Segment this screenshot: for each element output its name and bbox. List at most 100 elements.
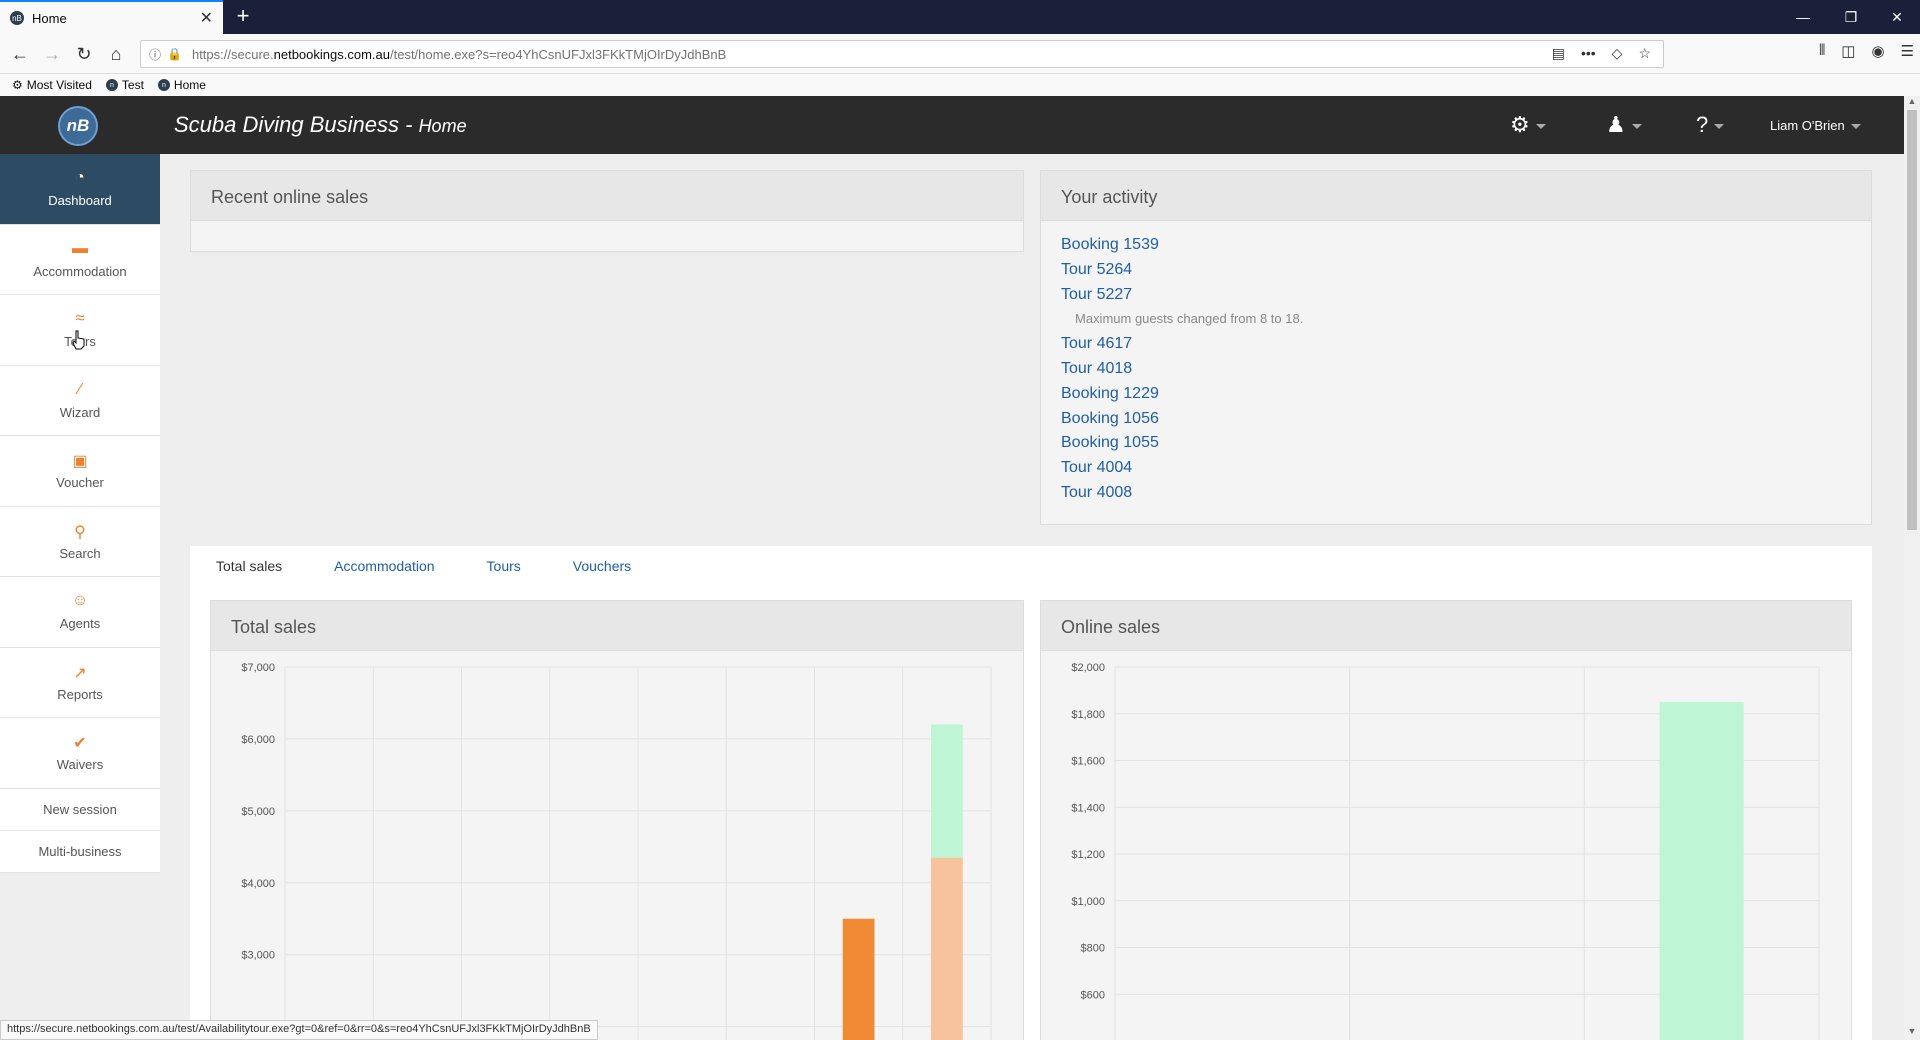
library-icon[interactable]: ⫴ bbox=[1819, 42, 1825, 60]
sidebar: ◔Dashboard ▬Accommodation ≈Tours ⁄Wizard… bbox=[0, 154, 160, 873]
help-icon[interactable]: ? bbox=[1696, 112, 1725, 138]
sidebar-item-dashboard[interactable]: ◔ Dashboard bbox=[0, 154, 160, 225]
total-sales-chart: $7,000$6,000$5,000$4,000$3,000$2,000 bbox=[211, 651, 1023, 1040]
y-tick-label: $2,000 bbox=[1071, 662, 1105, 674]
activity-list: Booking 1539 Tour 5264 Tour 5227 Maximum gu… bbox=[1041, 221, 1871, 518]
activity-link[interactable]: Tour 5227 bbox=[1061, 283, 1851, 308]
online-sales-chart: $2,000 $1,800 $1,600 $1,400 $1,200 $1,000 $800… bbox=[1041, 651, 1851, 1040]
nb-favicon: n bbox=[157, 79, 170, 91]
tab-tours[interactable]: Tours bbox=[461, 546, 547, 586]
total-sales-title: Total sales bbox=[211, 601, 1023, 651]
bookmark-home[interactable]: n Home bbox=[157, 78, 206, 92]
activity-link[interactable]: Tour 5264 bbox=[1061, 258, 1851, 283]
bookmark-star-icon[interactable]: ☆ bbox=[1638, 45, 1651, 62]
y-tick-label: $800 bbox=[1081, 943, 1105, 955]
bookmark-test[interactable]: n Test bbox=[105, 78, 144, 92]
restore-icon[interactable]: ❐ bbox=[1828, 0, 1874, 34]
url-text: https://secure.netbookings.com.au/test/h… bbox=[191, 46, 727, 62]
tab-title: Home bbox=[32, 10, 67, 26]
tab-vouchers[interactable]: Vouchers bbox=[547, 546, 657, 586]
activity-link[interactable]: Booking 1229 bbox=[1061, 382, 1851, 407]
y-tick-label: $1,800 bbox=[1071, 709, 1105, 721]
bar[interactable] bbox=[930, 857, 963, 1040]
settings-icon[interactable]: ⚙ bbox=[1510, 112, 1546, 138]
sidebar-item-search[interactable]: ⚲ Search bbox=[0, 507, 160, 577]
bookmark-most-visited[interactable]: ⚙ Most Visited bbox=[12, 78, 92, 92]
y-tick-label: $7,000 bbox=[241, 662, 275, 674]
y-tick-label: $3,000 bbox=[241, 950, 275, 962]
sidebar-item-accommodation[interactable]: ▬ Accommodation bbox=[0, 225, 160, 295]
browser-tab[interactable]: nB Home ✕ bbox=[0, 0, 223, 34]
chart-svg: $7,000$6,000$5,000$4,000$3,000$2,000 bbox=[241, 662, 992, 1040]
bar[interactable] bbox=[842, 918, 875, 1040]
user-menu[interactable]: Liam O'Brien bbox=[1770, 118, 1861, 133]
sidebar-item-agents[interactable]: ☺ Agents bbox=[0, 577, 160, 648]
scroll-thumb[interactable] bbox=[1907, 110, 1917, 530]
recent-sales-panel: Recent online sales bbox=[190, 170, 1024, 252]
activity-link[interactable]: Tour 4617 bbox=[1061, 332, 1851, 357]
agent-icon: ☺ bbox=[71, 592, 89, 610]
close-tab-icon[interactable]: ✕ bbox=[200, 8, 213, 28]
check-icon: ✔ bbox=[73, 735, 87, 753]
activity-note: Maximum guests changed from 8 to 18. bbox=[1075, 311, 1304, 327]
app-header: nB Scuba Diving Business - Home ⚙ ♟ ? Li… bbox=[0, 96, 1904, 154]
bar[interactable] bbox=[1659, 702, 1744, 1040]
sidebar-link-new-session[interactable]: New session bbox=[0, 789, 160, 831]
activity-link[interactable]: Booking 1055 bbox=[1061, 431, 1851, 456]
y-tick-label: $6,000 bbox=[241, 734, 275, 746]
sidebar-toggle-icon[interactable]: ◫ bbox=[1841, 42, 1855, 60]
reader-view-icon[interactable]: ▤ bbox=[1552, 45, 1565, 62]
sidebar-item-waivers[interactable]: ✔ Waivers bbox=[0, 718, 160, 789]
info-icon[interactable]: ⓘ bbox=[149, 46, 161, 63]
y-tick-label: $1,400 bbox=[1071, 802, 1105, 814]
address-bar[interactable]: ⓘ 🔒 https://secure.netbookings.com.au/te… bbox=[140, 40, 1664, 68]
home-icon[interactable]: ⌂ bbox=[104, 42, 128, 66]
tab-total-sales[interactable]: Total sales bbox=[190, 546, 308, 586]
chart-icon: ↗ bbox=[73, 664, 87, 682]
y-tick-label: $1,200 bbox=[1071, 849, 1105, 861]
sidebar-item-voucher[interactable]: ▣ Voucher bbox=[0, 436, 160, 507]
browser-nav-bar: ← → ↻ ⌂ ⓘ 🔒 https://secure.netbookings.c… bbox=[0, 34, 1920, 74]
nb-favicon: nB bbox=[10, 11, 24, 25]
y-tick-label: $4,000 bbox=[241, 878, 275, 890]
close-window-icon[interactable]: ✕ bbox=[1874, 0, 1920, 34]
pocket-icon[interactable]: ◇ bbox=[1612, 45, 1623, 62]
bookmarks-bar: ⚙ Most Visited n Test n Home bbox=[0, 74, 1920, 96]
scroll-down-icon[interactable]: ▼ bbox=[1904, 1026, 1920, 1040]
account-icon[interactable]: ◉ bbox=[1871, 42, 1884, 60]
menu-icon[interactable]: ☰ bbox=[1901, 42, 1914, 60]
user-admin-icon[interactable]: ♟ bbox=[1606, 112, 1642, 138]
sidebar-item-reports[interactable]: ↗ Reports bbox=[0, 648, 160, 718]
activity-link[interactable]: Tour 4004 bbox=[1061, 456, 1851, 481]
reload-icon[interactable]: ↻ bbox=[72, 42, 96, 66]
y-tick-label: $5,000 bbox=[241, 806, 275, 818]
bed-icon: ▬ bbox=[72, 239, 88, 257]
y-tick-label: $1,600 bbox=[1071, 756, 1105, 768]
tours-icon: ≈ bbox=[75, 310, 85, 328]
recent-sales-title: Recent online sales bbox=[191, 171, 1023, 221]
tab-accommodation[interactable]: Accommodation bbox=[308, 546, 460, 586]
online-sales-title: Online sales bbox=[1041, 601, 1851, 651]
gift-icon: ▣ bbox=[72, 453, 88, 471]
app-logo[interactable]: nB bbox=[58, 106, 98, 146]
page-scrollbar[interactable]: ▲ ▼ bbox=[1904, 96, 1920, 1040]
activity-panel: Your activity Booking 1539 Tour 5264 Tour … bbox=[1040, 170, 1872, 525]
page-actions-icon[interactable]: ••• bbox=[1581, 45, 1596, 62]
total-sales-panel: Total sales $7,000 $6,000 $5,000 $4,000 $3,0… bbox=[210, 600, 1024, 1040]
activity-link[interactable]: Booking 1539 bbox=[1061, 233, 1851, 258]
activity-title: Your activity bbox=[1041, 171, 1871, 221]
activity-link[interactable]: Tour 4008 bbox=[1061, 481, 1851, 506]
minimize-icon[interactable]: — bbox=[1780, 0, 1826, 34]
bar[interactable] bbox=[930, 724, 963, 858]
page-title: Scuba Diving Business - Home bbox=[174, 112, 467, 137]
dashboard-icon: ◔ bbox=[75, 169, 85, 187]
new-tab-button[interactable]: + bbox=[230, 4, 256, 30]
sidebar-item-wizard[interactable]: ⁄ Wizard bbox=[0, 366, 160, 436]
activity-link[interactable]: Tour 4018 bbox=[1061, 357, 1851, 382]
scroll-up-icon[interactable]: ▲ bbox=[1904, 96, 1920, 110]
sidebar-link-multi-business[interactable]: Multi-business bbox=[0, 831, 160, 873]
lock-icon: 🔒 bbox=[167, 47, 182, 61]
back-icon[interactable]: ← bbox=[8, 42, 32, 66]
forward-icon[interactable]: → bbox=[40, 42, 64, 66]
activity-link[interactable]: Booking 1056 bbox=[1061, 407, 1851, 432]
